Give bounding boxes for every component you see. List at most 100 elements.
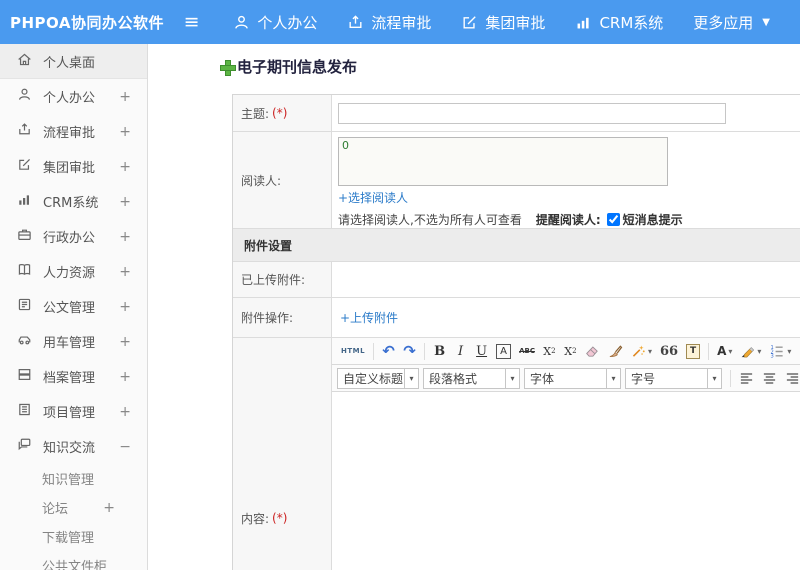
document-icon (17, 297, 32, 316)
bar-chart-icon (575, 14, 592, 31)
topnav-label: 更多应用 (693, 13, 754, 32)
strikethrough-button[interactable]: ABC (516, 341, 538, 362)
sidebar-item-label: 流程审批 (43, 126, 96, 141)
attachment-section-header: 附件设置 (233, 229, 800, 262)
topnav-workflow-approval[interactable]: 流程审批 (347, 12, 431, 33)
required-mark: (*) (272, 106, 288, 120)
rich-text-editor: HTML ↶ ↷ B I U A ABC X2 X2 ▾ 66 T A ▾ ▾ … (332, 338, 800, 570)
font-color-button[interactable]: A ▾ (714, 341, 735, 362)
upload-attachment-link[interactable]: +上传附件 (340, 309, 398, 326)
align-right-button[interactable] (782, 368, 800, 389)
hamburger-menu-icon[interactable]: ≡ (172, 11, 212, 33)
sidebar-item-archive-mgmt[interactable]: 档案管理 + (0, 359, 147, 394)
topnav-label: 流程审批 (371, 13, 432, 32)
briefcase-icon (17, 227, 32, 246)
readers-textarea[interactable]: 0 (338, 137, 668, 186)
italic-button[interactable]: I (451, 341, 470, 362)
readers-label: 阅读人: (233, 132, 332, 228)
format-painter-brush-button[interactable] (605, 341, 626, 362)
chat-icon (17, 437, 32, 456)
sidebar-item-label: 用车管理 (43, 336, 96, 351)
expand-plus-icon[interactable]: + (119, 124, 131, 140)
person-icon (17, 87, 32, 106)
expand-plus-icon[interactable]: + (103, 500, 115, 516)
green-plus-icon (220, 59, 236, 76)
remove-format-eraser-button[interactable] (582, 341, 603, 362)
sidebar-item-hr[interactable]: 人力资源 + (0, 254, 147, 289)
underline-button[interactable]: U (472, 341, 491, 362)
collapse-minus-icon[interactable]: − (119, 439, 131, 455)
highlight-color-button[interactable]: ▾ (737, 341, 764, 362)
source-code-button[interactable]: HTML (338, 341, 368, 362)
topnav-personal-office[interactable]: 个人办公 (233, 12, 317, 33)
sidebar-subitem-label: 公共文件柜 (42, 560, 108, 570)
align-center-button[interactable] (759, 368, 780, 389)
chevron-down-icon: ▾ (787, 346, 792, 356)
sidebar-subitem-public-cabinet[interactable]: 公共文件柜 (0, 551, 147, 570)
page-title-text: 电子期刊信息发布 (237, 58, 358, 76)
align-left-button[interactable] (736, 368, 757, 389)
sidebar-item-desktop[interactable]: 个人桌面 (0, 44, 147, 79)
topnav-group-approval[interactable]: 集团审批 (461, 12, 545, 33)
sidebar-item-label: 行政办公 (43, 231, 96, 246)
sms-notify-checkbox[interactable] (606, 213, 620, 226)
undo-button[interactable]: ↶ (379, 341, 398, 362)
topnav-label: CRM系统 (599, 13, 664, 32)
sidebar-item-personal-office[interactable]: 个人办公 + (0, 79, 147, 114)
person-icon (233, 14, 250, 31)
editor-content-area[interactable] (332, 392, 800, 570)
blockquote-button[interactable]: 66 (657, 341, 681, 362)
expand-plus-icon[interactable]: + (119, 404, 131, 420)
sidebar-item-label: CRM系统 (43, 196, 99, 211)
custom-heading-dropdown[interactable]: 自定义标题 ▾ (337, 367, 419, 389)
unordered-list-button[interactable] (796, 341, 800, 362)
paragraph-format-dropdown[interactable]: 段落格式 ▾ (423, 367, 520, 389)
sidebar-item-workflow-approval[interactable]: 流程审批 + (0, 114, 147, 149)
autotype-button[interactable]: A (493, 341, 514, 362)
sidebar-item-admin-office[interactable]: 行政办公 + (0, 219, 147, 254)
readers-hint-text: 请选择阅读人,不选为所有人可查看 (338, 213, 522, 227)
topnav-more-apps[interactable]: 更多应用 ▼ (693, 12, 770, 33)
chevron-down-icon: ▾ (707, 368, 721, 388)
sidebar-subitem-label: 知识管理 (42, 473, 95, 488)
readers-hint: 请选择阅读人,不选为所有人可查看 提醒阅读人: 短消息提示 (338, 211, 800, 228)
expand-plus-icon[interactable]: + (119, 194, 131, 210)
required-mark: (*) (272, 511, 288, 525)
bold-button[interactable]: B (430, 341, 449, 362)
form-row-uploaded: 已上传附件: (233, 262, 800, 298)
sidebar-item-vehicle-mgmt[interactable]: 用车管理 + (0, 324, 147, 359)
expand-plus-icon[interactable]: + (119, 369, 131, 385)
expand-plus-icon[interactable]: + (119, 334, 131, 350)
topnav-crm[interactable]: CRM系统 (575, 12, 663, 33)
paste-as-text-button[interactable]: T (683, 341, 703, 362)
expand-plus-icon[interactable]: + (119, 159, 131, 175)
form-row-subject: 主题: (*) (233, 95, 800, 132)
remind-readers-label: 提醒阅读人: (535, 213, 601, 227)
ordered-list-button[interactable]: ▾ (766, 341, 794, 362)
sidebar-subitem-download-mgmt[interactable]: 下载管理 (0, 522, 147, 551)
select-readers-link[interactable]: +选择阅读人 (338, 191, 408, 205)
chevron-down-icon: ▾ (505, 368, 519, 388)
expand-plus-icon[interactable]: + (119, 299, 131, 315)
sidebar-item-knowledge-exchange[interactable]: 知识交流 − (0, 429, 147, 464)
uploaded-value (332, 262, 800, 297)
sidebar-subitem-knowledge-mgmt[interactable]: 知识管理 (0, 464, 147, 493)
sidebar-subitem-forum[interactable]: 论坛 + (0, 493, 147, 522)
redo-button[interactable]: ↷ (400, 341, 419, 362)
sidebar-item-label: 个人办公 (43, 91, 96, 106)
topnav-label: 个人办公 (257, 13, 318, 32)
subscript-button[interactable]: X2 (561, 341, 580, 362)
sidebar-item-crm[interactable]: CRM系统 + (0, 184, 147, 219)
sidebar-subitem-label: 下载管理 (42, 531, 95, 546)
expand-plus-icon[interactable]: + (119, 229, 131, 245)
sidebar-item-group-approval[interactable]: 集团审批 + (0, 149, 147, 184)
sidebar-item-project-mgmt[interactable]: 项目管理 + (0, 394, 147, 429)
auto-typeset-wand-button[interactable]: ▾ (628, 341, 655, 362)
font-size-dropdown[interactable]: 字号 ▾ (625, 367, 722, 389)
font-family-dropdown[interactable]: 字体 ▾ (524, 367, 621, 389)
expand-plus-icon[interactable]: + (119, 264, 131, 280)
sidebar-item-document-mgmt[interactable]: 公文管理 + (0, 289, 147, 324)
subject-input[interactable] (338, 102, 726, 124)
superscript-button[interactable]: X2 (540, 341, 559, 362)
expand-plus-icon[interactable]: + (119, 89, 131, 105)
